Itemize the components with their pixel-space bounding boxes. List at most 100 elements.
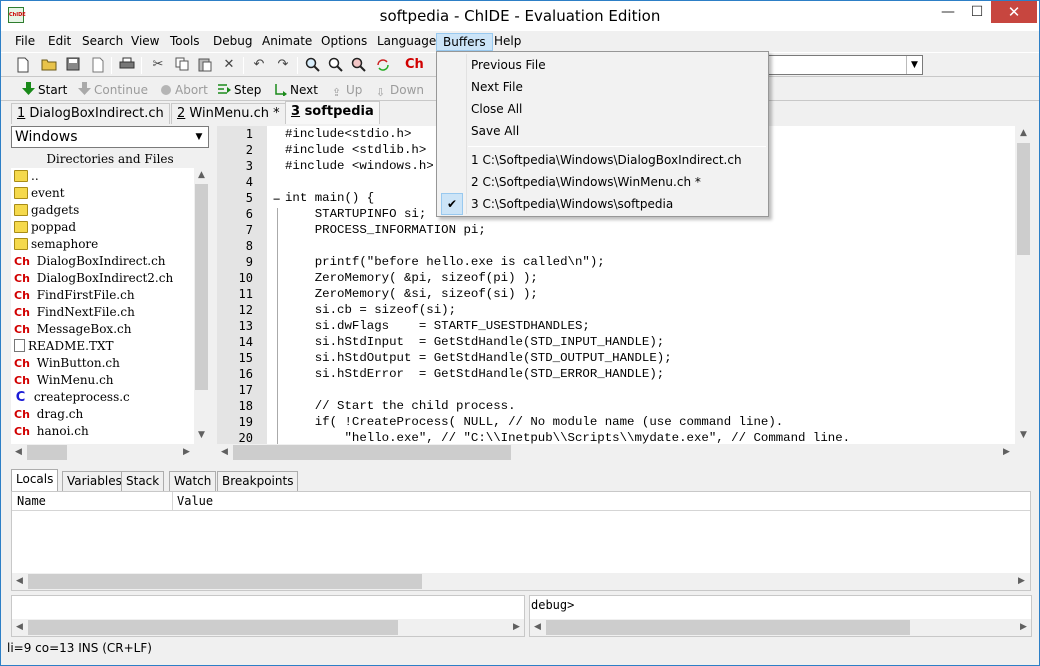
print-icon[interactable] — [119, 57, 135, 73]
scroll-thumb[interactable] — [27, 445, 67, 460]
next-button[interactable]: Next — [273, 81, 318, 99]
editor-vertical-scrollbar[interactable]: ▲ ▼ — [1015, 126, 1032, 444]
list-item[interactable]: gadgets — [11, 202, 194, 219]
cut-icon[interactable]: ✂ — [150, 57, 166, 73]
list-item[interactable]: README.TXT — [11, 338, 194, 355]
abort-button[interactable]: Abort — [158, 81, 208, 99]
menu-item-recent-1[interactable]: 1 C:\Softpedia\Windows\DialogBoxIndirect… — [471, 150, 742, 170]
scroll-up-arrow[interactable]: ▲ — [194, 168, 209, 183]
find-prev-icon[interactable] — [351, 57, 367, 73]
menu-item-recent-3[interactable]: 3 C:\Softpedia\Windows\softpedia — [471, 194, 673, 214]
start-button[interactable]: Start — [21, 81, 67, 99]
menu-item-save-all[interactable]: Save All — [471, 121, 519, 141]
scroll-thumb[interactable] — [1017, 143, 1030, 255]
list-item[interactable]: Ch MessageBox.ch — [11, 321, 194, 338]
tab-stack[interactable]: Stack — [121, 471, 165, 491]
undo-icon[interactable]: ↶ — [251, 57, 267, 73]
delete-icon[interactable]: ✕ — [221, 57, 237, 73]
list-item[interactable]: Ch DialogBoxIndirect2.ch — [11, 270, 194, 287]
replace-icon[interactable] — [375, 57, 391, 73]
list-item[interactable]: Ch FindNextFile.ch — [11, 304, 194, 321]
menu-buffers[interactable]: Buffers — [436, 33, 493, 51]
tab-winmenu[interactable]: 2 WinMenu.ch * — [171, 103, 286, 124]
save-icon[interactable] — [65, 57, 81, 73]
chevron-down-icon[interactable]: ▼ — [906, 56, 922, 74]
scroll-right-arrow[interactable]: ▶ — [999, 445, 1014, 460]
close-button[interactable]: ✕ — [991, 1, 1037, 23]
debug-console[interactable]: debug> ◀ ▶ — [529, 595, 1032, 637]
tab-locals[interactable]: Locals — [11, 469, 59, 491]
editor-horizontal-scrollbar[interactable]: ◀ ▶ — [217, 444, 1032, 461]
scroll-left-arrow[interactable]: ◀ — [12, 574, 27, 589]
tab-breakpoints[interactable]: Breakpoints — [217, 471, 299, 491]
scroll-right-arrow[interactable]: ▶ — [1016, 620, 1031, 635]
menu-tools[interactable]: Tools — [164, 33, 206, 51]
tab-dialogboxindirect[interactable]: 1 DialogBoxIndirect.ch — [11, 103, 170, 124]
save-all-icon[interactable] — [90, 57, 106, 73]
directory-combo[interactable]: Windows ▼ — [11, 126, 209, 148]
find-icon[interactable] — [305, 57, 321, 73]
list-item[interactable]: Ch FindFirstFile.ch — [11, 287, 194, 304]
scroll-thumb[interactable] — [546, 620, 910, 635]
list-item[interactable]: Ch DialogBoxIndirect.ch — [11, 253, 194, 270]
down-button[interactable]: ⇩ Down — [373, 81, 424, 99]
step-button[interactable]: Step — [217, 81, 261, 99]
menu-file[interactable]: File — [9, 33, 41, 51]
scroll-thumb[interactable] — [195, 184, 208, 390]
scroll-left-arrow[interactable]: ◀ — [12, 620, 27, 635]
scroll-thumb[interactable] — [233, 445, 511, 460]
menu-search[interactable]: Search — [76, 33, 129, 51]
list-item[interactable]: poppad — [11, 219, 194, 236]
column-value[interactable]: Value — [177, 494, 213, 508]
tree-horizontal-scrollbar[interactable]: ◀ ▶ — [11, 444, 209, 461]
scroll-thumb[interactable] — [28, 574, 422, 589]
list-item[interactable]: .. — [11, 168, 194, 185]
scroll-left-arrow[interactable]: ◀ — [11, 445, 26, 460]
redo-icon[interactable]: ↷ — [275, 57, 291, 73]
variables-horizontal-scrollbar[interactable]: ◀ ▶ — [12, 573, 1030, 590]
tab-variables[interactable]: Variables — [62, 471, 127, 491]
scroll-down-arrow[interactable]: ▼ — [194, 428, 209, 443]
toolbar-combo[interactable]: ▼ — [767, 55, 923, 75]
maximize-button[interactable]: ☐ — [962, 1, 992, 23]
list-item[interactable]: semaphore — [11, 236, 194, 253]
output-pane[interactable]: ◀ ▶ — [11, 595, 525, 637]
menu-help[interactable]: Help — [488, 33, 527, 51]
fold-marker-icon[interactable]: − — [273, 192, 280, 206]
continue-button[interactable]: Continue — [77, 81, 148, 99]
scroll-right-arrow[interactable]: ▶ — [179, 445, 194, 460]
list-item[interactable]: Ch drag.ch — [11, 406, 194, 423]
ch-compile-icon[interactable]: Ch — [405, 57, 424, 73]
find-next-icon[interactable] — [328, 57, 344, 73]
column-name[interactable]: Name — [17, 494, 46, 508]
menu-item-close-all[interactable]: Close All — [471, 99, 522, 119]
menu-language[interactable]: Language — [371, 33, 442, 51]
list-item[interactable]: Ch WinMenu.ch — [11, 372, 194, 389]
tree-vertical-scrollbar[interactable]: ▲ ▼ — [194, 168, 209, 444]
list-item[interactable]: event — [11, 185, 194, 202]
menu-item-recent-2[interactable]: 2 C:\Softpedia\Windows\WinMenu.ch * — [471, 172, 701, 192]
list-item[interactable]: Ch hanoi.ch — [11, 423, 194, 440]
tab-softpedia[interactable]: 3 softpedia — [285, 101, 380, 124]
scroll-down-arrow[interactable]: ▼ — [1016, 428, 1031, 443]
minimize-button[interactable]: — — [933, 1, 963, 23]
list-item[interactable]: Ch WinButton.ch — [11, 355, 194, 372]
chevron-down-icon[interactable]: ▼ — [191, 128, 207, 146]
up-button[interactable]: ⇪ Up — [329, 81, 363, 99]
scroll-left-arrow[interactable]: ◀ — [217, 445, 232, 460]
menu-item-next-file[interactable]: Next File — [471, 77, 523, 97]
console-horizontal-scrollbar[interactable]: ◀ ▶ — [530, 619, 1031, 636]
output-horizontal-scrollbar[interactable]: ◀ ▶ — [12, 619, 524, 636]
menu-view[interactable]: View — [125, 33, 165, 51]
menu-item-previous-file[interactable]: Previous File — [471, 55, 546, 75]
new-file-icon[interactable] — [15, 57, 31, 73]
menu-animate[interactable]: Animate — [256, 33, 318, 51]
menu-edit[interactable]: Edit — [42, 33, 77, 51]
copy-icon[interactable] — [174, 57, 190, 73]
scroll-right-arrow[interactable]: ▶ — [1014, 574, 1029, 589]
menu-debug[interactable]: Debug — [207, 33, 258, 51]
scroll-left-arrow[interactable]: ◀ — [530, 620, 545, 635]
scroll-right-arrow[interactable]: ▶ — [509, 620, 524, 635]
open-folder-icon[interactable] — [41, 57, 57, 73]
paste-icon[interactable] — [197, 57, 213, 73]
